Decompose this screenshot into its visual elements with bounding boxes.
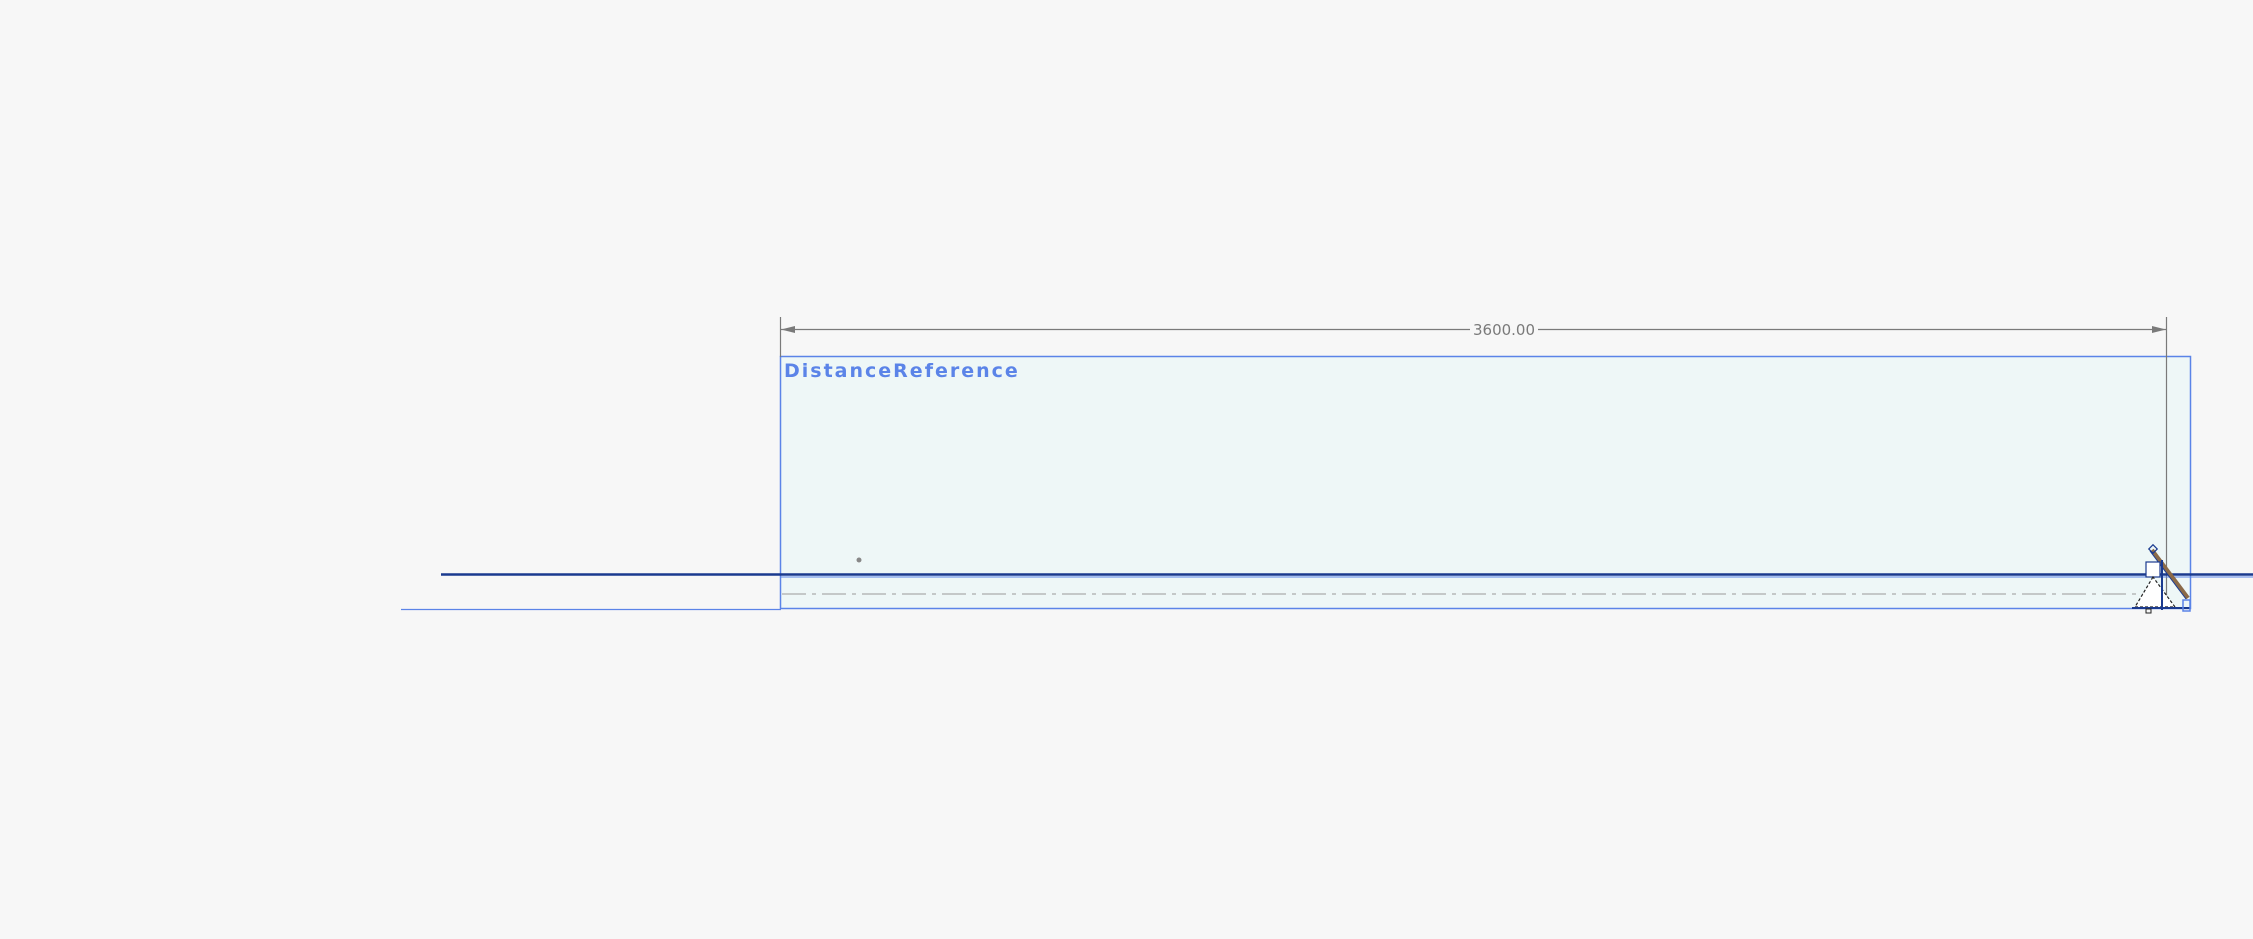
distance-reference-label: DistanceReference xyxy=(784,360,1020,382)
dimension-value: 3600.00 xyxy=(1473,321,1535,339)
arrow-left-icon xyxy=(781,326,795,333)
reference-point[interactable] xyxy=(856,557,862,563)
drawing-canvas[interactable]: DistanceReference 3600.00 xyxy=(0,0,2253,939)
distance-reference-region[interactable] xyxy=(779,355,2192,610)
arrow-right-icon xyxy=(2152,326,2166,333)
